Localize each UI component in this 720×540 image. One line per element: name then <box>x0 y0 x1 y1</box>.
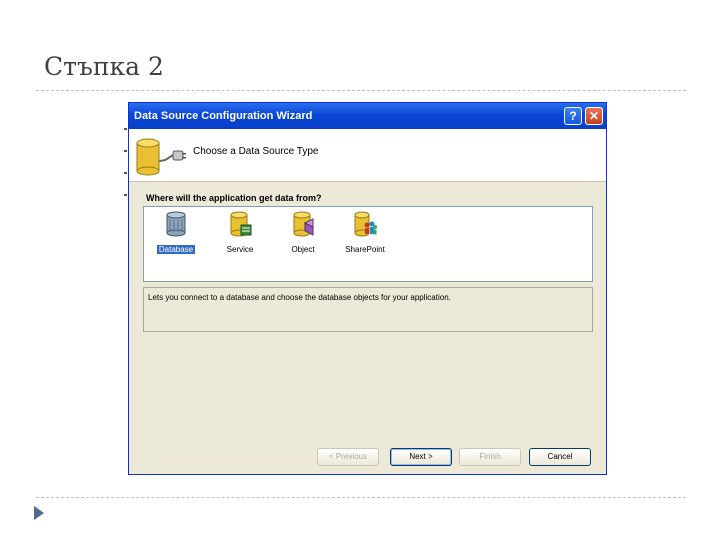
object-icon <box>293 211 314 237</box>
database-plug-icon <box>136 138 186 176</box>
description-panel: Lets you connect to a database and choos… <box>143 287 593 332</box>
type-sharepoint-label: SharePoint <box>345 245 385 254</box>
previous-button[interactable]: < Previous <box>317 448 379 466</box>
database-icon <box>166 211 186 237</box>
type-description: Lets you connect to a database and choos… <box>148 293 451 302</box>
type-object[interactable]: Object <box>275 211 331 256</box>
wizard-window: Data Source Configuration Wizard ? ✕ Cho… <box>128 102 607 475</box>
type-sharepoint[interactable]: SharePoint <box>337 211 393 256</box>
window-titlebar[interactable]: Data Source Configuration Wizard ? ✕ <box>129 103 606 129</box>
cancel-button[interactable]: Cancel <box>529 448 591 466</box>
slide-bullet-arrow-icon <box>34 506 44 520</box>
wizard-step-heading: Choose a Data Source Type <box>193 146 319 157</box>
data-source-question: Where will the application get data from… <box>146 193 322 203</box>
close-button[interactable]: ✕ <box>585 107 603 125</box>
type-service-label: Service <box>226 245 254 254</box>
data-source-type-list: Database Service Object SharePoint <box>143 206 593 282</box>
help-button[interactable]: ? <box>564 107 582 125</box>
service-icon <box>230 211 252 237</box>
sharepoint-icon <box>354 211 377 237</box>
type-object-label: Object <box>291 245 315 254</box>
top-divider <box>36 90 686 91</box>
window-title: Data Source Configuration Wizard <box>134 110 313 122</box>
wizard-header: Choose a Data Source Type <box>129 129 606 182</box>
type-service[interactable]: Service <box>212 211 268 256</box>
type-database[interactable]: Database <box>148 211 204 256</box>
finish-button[interactable]: Finish <box>459 448 521 466</box>
next-button[interactable]: Next > <box>390 448 452 466</box>
bottom-divider <box>36 497 686 498</box>
slide-title: Стъпка 2 <box>44 52 164 81</box>
type-database-label: Database <box>155 244 197 255</box>
